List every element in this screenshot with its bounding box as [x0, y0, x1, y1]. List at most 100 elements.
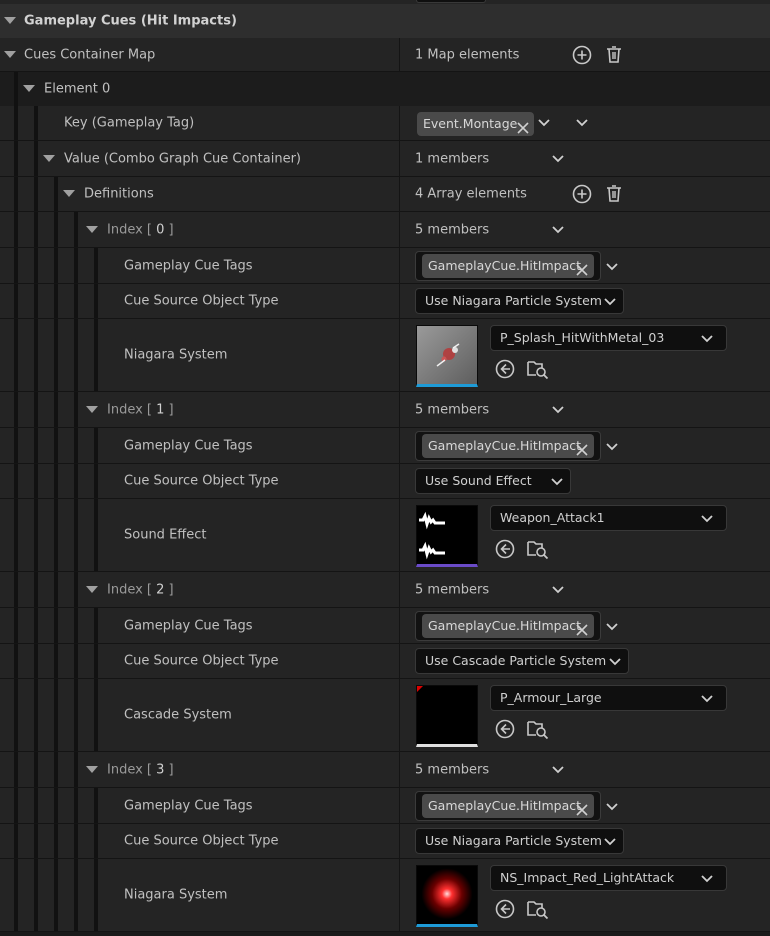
asset-thumbnail[interactable]	[416, 505, 478, 567]
index-label: Index [ 1 ]	[107, 402, 174, 417]
asset-row: Sound Effect Weapon_Attack1	[0, 499, 770, 572]
asset-name: P_Splash_HitWithMetal_03	[500, 330, 665, 345]
asset-thumbnail[interactable]	[416, 325, 478, 387]
trash-icon[interactable]	[603, 44, 625, 66]
folder-search-icon[interactable]	[526, 898, 549, 920]
source-type-dropdown[interactable]: Use Niagara Particle System	[415, 828, 624, 854]
chevron-down-icon[interactable]	[606, 802, 618, 812]
property-label: Cue Source Object Type	[124, 293, 279, 309]
triangle-down-icon[interactable]	[86, 585, 98, 593]
asset-picker-dropdown[interactable]: NS_Impact_Red_LightAttack	[490, 865, 727, 891]
plus-circle-icon[interactable]	[571, 183, 593, 205]
triangle-down-icon[interactable]	[4, 17, 16, 24]
property-label: Key (Gameplay Tag)	[64, 115, 195, 131]
triangle-down-icon[interactable]	[63, 190, 75, 197]
arrow-left-circle-icon[interactable]	[494, 358, 516, 380]
chevron-down-icon[interactable]	[606, 442, 618, 452]
triangle-down-icon[interactable]	[4, 50, 16, 58]
section-header[interactable]: Gameplay Cues (Hit Impacts)	[0, 4, 770, 38]
index-label: Index [ 2 ]	[107, 582, 174, 597]
element-label: Element 0	[44, 81, 111, 97]
tag-chip[interactable]: GameplayCue.HitImpact	[422, 434, 594, 458]
index-header-row: Index [ 2 ] 5 members	[0, 572, 770, 608]
definitions-row: Definitions 4 Array elements	[0, 177, 770, 212]
asset-picker-dropdown[interactable]: P_Splash_HitWithMetal_03	[490, 325, 727, 351]
dropdown-value: Use Cascade Particle System	[425, 653, 607, 668]
tag-container: GameplayCue.HitImpact	[415, 611, 601, 641]
asset-name: P_Armour_Large	[500, 690, 602, 705]
arrow-left-circle-icon[interactable]	[494, 898, 516, 920]
property-label: Niagara System	[124, 347, 228, 363]
source-type-dropdown[interactable]: Use Cascade Particle System	[415, 648, 629, 674]
asset-picker-dropdown[interactable]: P_Armour_Large	[490, 685, 727, 711]
map-count: 1 Map elements	[415, 47, 520, 62]
tag-chip[interactable]: GameplayCue.HitImpact	[422, 794, 594, 818]
tag-label: Event.Montage	[423, 116, 518, 131]
tag-container: GameplayCue.HitImpact	[415, 251, 601, 281]
chevron-down-icon	[609, 657, 621, 667]
folder-search-icon[interactable]	[526, 538, 549, 560]
property-label: Cascade System	[124, 707, 232, 723]
property-label: Sound Effect	[124, 527, 207, 543]
gameplay-cue-tags-row: Gameplay Cue Tags GameplayCue.HitImpact	[0, 608, 770, 644]
x-icon[interactable]	[576, 620, 588, 644]
array-count: 4 Array elements	[415, 186, 527, 202]
source-type-dropdown[interactable]: Use Sound Effect	[415, 468, 571, 494]
index-label: Index [ 3 ]	[107, 762, 174, 777]
property-label: Value (Combo Graph Cue Container)	[64, 151, 301, 166]
tag-container: GameplayCue.HitImpact	[415, 791, 601, 821]
property-label: Cue Source Object Type	[124, 833, 279, 849]
x-icon[interactable]	[517, 118, 529, 142]
tag-chip[interactable]: Event.Montage	[417, 112, 534, 136]
cue-source-row: Cue Source Object Type Use Sound Effect	[0, 464, 770, 499]
tag-chip[interactable]: GameplayCue.HitImpact	[422, 254, 594, 278]
members-count: 5 members	[415, 582, 490, 597]
chevron-down-icon	[701, 694, 713, 704]
x-icon[interactable]	[576, 800, 588, 824]
chevron-down-icon[interactable]	[552, 154, 564, 164]
x-icon[interactable]	[576, 440, 588, 464]
asset-name: Weapon_Attack1	[500, 510, 605, 525]
trash-icon[interactable]	[603, 183, 625, 205]
asset-row: Cascade System P_Armour_Large	[0, 679, 770, 752]
source-type-dropdown[interactable]: Use Niagara Particle System	[415, 288, 624, 314]
triangle-down-icon[interactable]	[86, 765, 98, 773]
triangle-down-icon[interactable]	[86, 225, 98, 233]
chevron-down-icon[interactable]	[606, 622, 618, 632]
arrow-left-circle-icon[interactable]	[494, 718, 516, 740]
chevron-down-icon[interactable]	[552, 765, 564, 775]
arrow-left-circle-icon[interactable]	[494, 538, 516, 560]
tag-label: GameplayCue.HitImpact	[428, 618, 581, 633]
asset-thumbnail[interactable]	[416, 685, 478, 747]
cue-source-row: Cue Source Object Type Use Niagara Parti…	[0, 284, 770, 319]
asset-picker-dropdown[interactable]: Weapon_Attack1	[490, 505, 727, 531]
asset-name: NS_Impact_Red_LightAttack	[500, 870, 675, 885]
asset-row: Niagara System NS_Impact_Red_LightAttack	[0, 859, 770, 932]
triangle-down-icon[interactable]	[23, 85, 35, 92]
plus-circle-icon[interactable]	[571, 44, 593, 66]
chevron-down-icon[interactable]	[576, 118, 588, 128]
chevron-down-icon[interactable]	[552, 405, 564, 415]
dropdown-value: Use Niagara Particle System	[425, 833, 602, 848]
chevron-down-icon[interactable]	[606, 262, 618, 272]
triangle-down-icon[interactable]	[86, 405, 98, 413]
gameplay-cue-tags-row: Gameplay Cue Tags GameplayCue.HitImpact	[0, 428, 770, 464]
chevron-down-icon[interactable]	[538, 118, 550, 128]
tag-chip[interactable]: GameplayCue.HitImpact	[422, 614, 594, 638]
chevron-down-icon	[551, 477, 563, 487]
dropdown-value: Use Sound Effect	[425, 473, 532, 488]
cues-container-map-row: Cues Container Map 1 Map elements	[0, 38, 770, 72]
folder-search-icon[interactable]	[526, 718, 549, 740]
chevron-down-icon	[701, 514, 713, 524]
x-icon[interactable]	[576, 260, 588, 284]
folder-search-icon[interactable]	[526, 358, 549, 380]
chevron-down-icon	[701, 874, 713, 884]
triangle-down-icon[interactable]	[43, 154, 55, 162]
asset-thumbnail[interactable]	[416, 865, 478, 927]
key-row: Key (Gameplay Tag) Event.Montage	[0, 106, 770, 141]
tag-container: GameplayCue.HitImpact	[415, 431, 601, 461]
chevron-down-icon[interactable]	[552, 225, 564, 235]
property-label: Cue Source Object Type	[124, 473, 279, 489]
chevron-down-icon	[604, 297, 616, 307]
chevron-down-icon[interactable]	[552, 585, 564, 595]
